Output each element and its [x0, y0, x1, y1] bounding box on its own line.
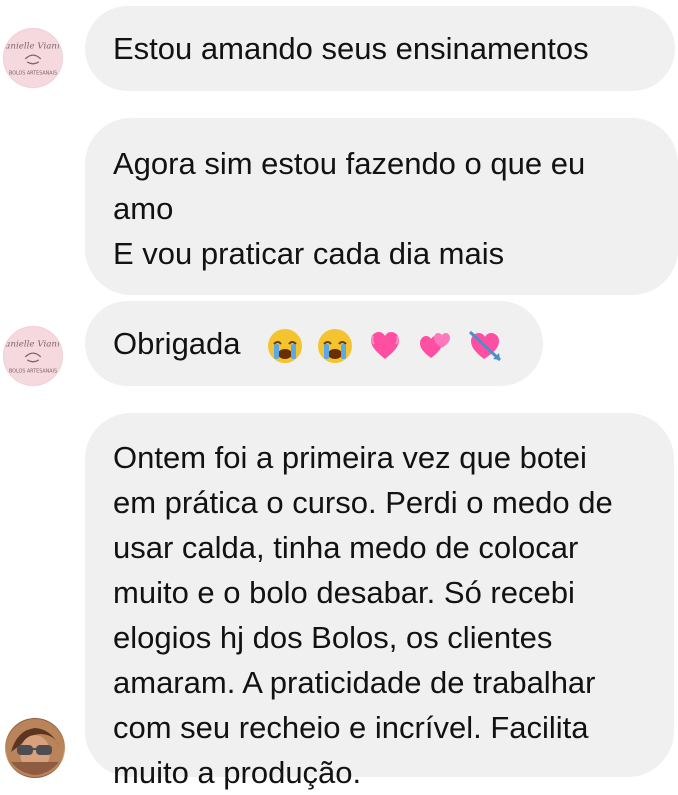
- pink-heart-icon: [365, 326, 405, 366]
- message-text: amo: [113, 191, 174, 226]
- message-bubble-4: Ontem foi a primeira vez que botei em pr…: [85, 413, 674, 790]
- message-text: Ontem foi a primeira vez que botei: [113, 440, 587, 475]
- crying-face-icon: [315, 326, 355, 366]
- message-text: em prática o curso. Perdi o medo de: [113, 485, 613, 520]
- message-text: elogios hj dos Bolos, os clientes: [113, 620, 553, 655]
- crying-face-icon: [265, 326, 305, 366]
- message-bubble-1: Estou amando seus ensinamentos: [85, 6, 675, 91]
- emoji-row: [265, 326, 505, 366]
- brand-name-text: Danielle Vianna: [4, 41, 62, 51]
- message-text: Obrigada: [113, 326, 241, 361]
- user-avatar: [5, 718, 65, 778]
- message-text: Agora sim estou fazendo o que eu: [113, 146, 586, 181]
- brand-logo-avatar: Danielle Vianna BOLOS ARTESANAIS: [3, 326, 63, 386]
- message-text: muito e o bolo desabar. Só recebi: [113, 575, 575, 610]
- message-text: com seu recheio e incrível. Facilita: [113, 710, 589, 745]
- message-bubble-2: Agora sim estou fazendo o que eu amo E v…: [85, 118, 678, 295]
- two-hearts-icon: [415, 326, 455, 366]
- brand-subtitle-text: BOLOS ARTESANAIS: [9, 70, 57, 76]
- message-text: amaram. A praticidade de trabalhar: [113, 665, 596, 700]
- brand-subtitle-text: BOLOS ARTESANAIS: [9, 368, 57, 374]
- brand-name-text: Danielle Vianna: [4, 339, 62, 349]
- message-text: Estou amando seus ensinamentos: [113, 31, 589, 66]
- heart-with-arrow-icon: [465, 326, 505, 366]
- brand-logo-avatar: Danielle Vianna BOLOS ARTESANAIS: [3, 28, 63, 88]
- message-bubble-3: Obrigada: [85, 301, 543, 386]
- message-text: usar calda, tinha medo de colocar: [113, 530, 579, 565]
- message-text: E vou praticar cada dia mais: [113, 236, 505, 271]
- message-text: muito a produção.: [113, 755, 362, 790]
